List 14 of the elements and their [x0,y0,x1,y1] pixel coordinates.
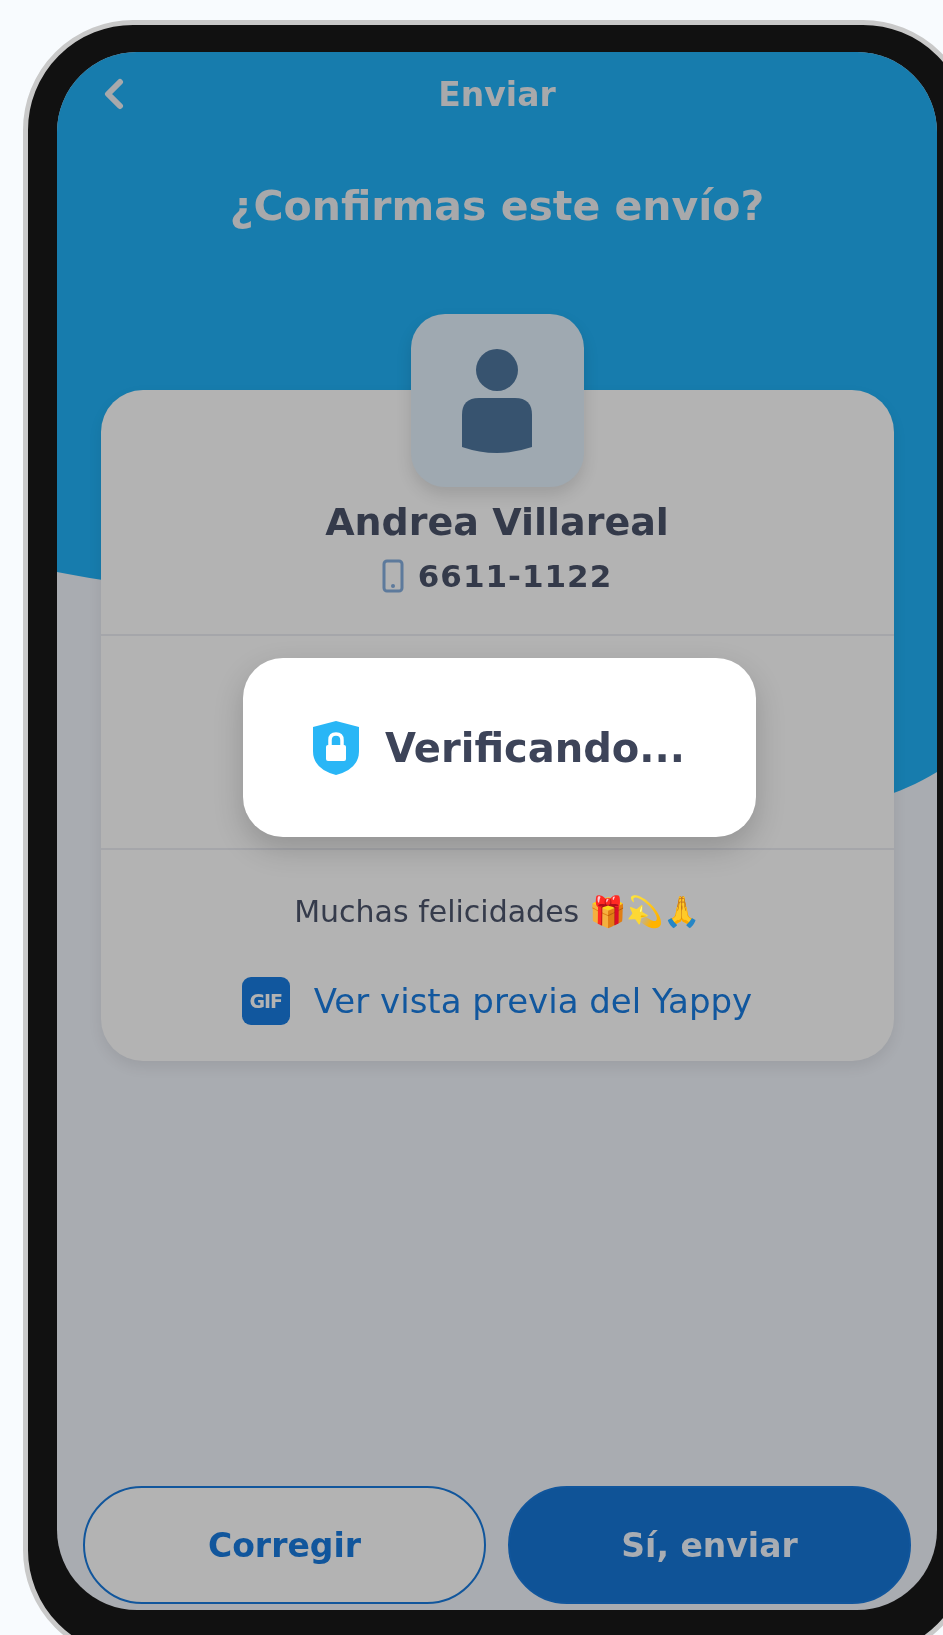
confirm-heading: ¿Confirmas este envío? [229,182,765,230]
person-icon [462,348,532,453]
screen-title: Enviar [438,74,556,114]
shield-lock-icon [313,720,360,775]
correct-button[interactable]: Corregir [83,1486,486,1604]
recipient-name: Andrea Villareal [325,500,669,544]
message-text: Muchas felicidades 🎁💫🙏 [294,894,700,929]
gif-badge: GIF [241,977,290,1025]
verifying-text: Verificando... [385,724,685,771]
mobile-phone-icon [381,559,404,593]
confirm-button[interactable]: Sí, enviar [508,1486,911,1604]
recipient-phone: 6611-1122 [417,558,613,594]
chevron-left-icon [103,78,125,110]
preview-link[interactable]: Ver vista previa del Yappy [313,981,753,1021]
